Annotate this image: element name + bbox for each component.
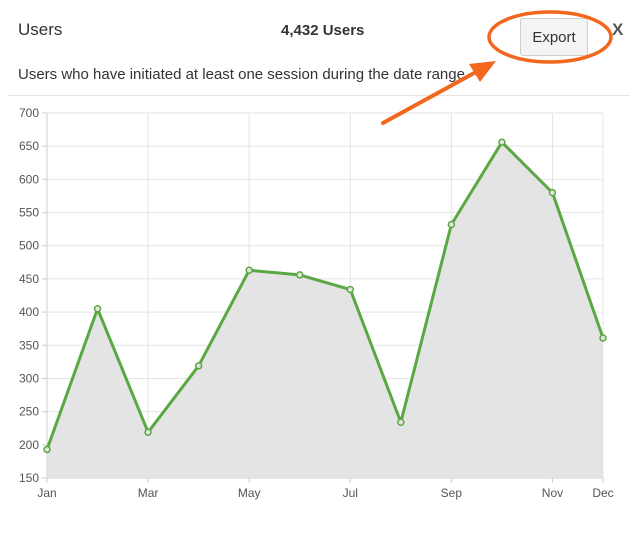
data-point: [599, 334, 607, 342]
x-tick-label: Nov: [542, 486, 563, 500]
y-tick-label: 150: [19, 471, 39, 485]
data-point: [548, 188, 557, 197]
y-tick-label: 600: [19, 172, 39, 186]
data-point: [43, 445, 51, 454]
data-point: [498, 138, 506, 146]
y-tick-label: 500: [19, 239, 39, 253]
y-tick-label: 550: [19, 206, 39, 220]
x-tick-label: Jan: [37, 486, 56, 500]
users-area-chart: 150 200 250 300 350 400 450 500 550 600 650 700 Jan M…: [19, 106, 614, 500]
y-tick-label: 300: [19, 371, 39, 385]
data-point: [194, 362, 203, 370]
y-tick-label: 250: [19, 405, 39, 419]
x-tick-label: May: [238, 486, 261, 500]
y-tick-label: 400: [19, 305, 39, 319]
y-tick-label: 650: [19, 139, 39, 153]
y-tick-label: 200: [19, 438, 39, 452]
x-tick-label: Mar: [138, 486, 159, 500]
x-tick-label: Dec: [592, 486, 613, 500]
data-point: [447, 220, 456, 229]
y-tick-label: 450: [19, 272, 39, 286]
series-area: [47, 142, 603, 478]
y-tick-label: 700: [19, 106, 39, 120]
data-point: [93, 305, 102, 313]
data-point: [295, 271, 304, 279]
y-tick-label: 350: [19, 338, 39, 352]
x-tick-label: Jul: [343, 486, 358, 500]
data-point: [245, 266, 253, 275]
data-point: [144, 428, 152, 436]
data-point: [397, 418, 405, 427]
data-point: [346, 285, 355, 294]
x-tick-label: Sep: [441, 486, 463, 500]
